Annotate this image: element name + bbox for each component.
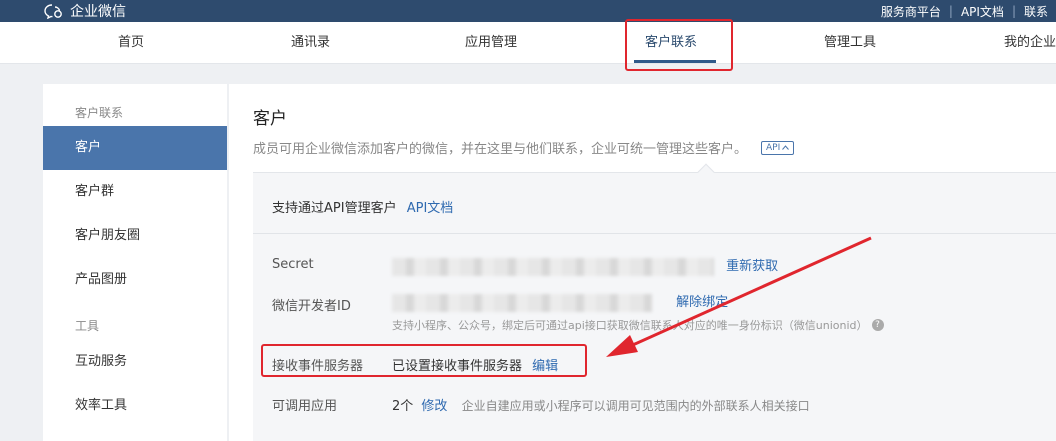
sidebar-group-customer-contact: 客户联系 (75, 106, 124, 120)
sidebar-item-product-catalog[interactable]: 产品图册 (43, 258, 227, 302)
sidebar-item-interactive-services[interactable]: 互动服务 (43, 340, 227, 384)
sidebar-item-moments[interactable]: 客户朋友圈 (43, 214, 227, 258)
sidebar-item-efficiency-tools[interactable]: 效率工具 (43, 384, 227, 428)
nav-tab-my-enterprise[interactable]: 我的企业 (1004, 22, 1056, 64)
panel-header-text: 支持通过API管理客户 (272, 201, 397, 216)
secret-label: Secret (272, 257, 314, 272)
panel-divider (253, 233, 1056, 234)
nav-tab-apps[interactable]: 应用管理 (465, 22, 517, 64)
apps-description: 企业自建应用或小程序可以调用可见范围内的外部联系人相关接口 (461, 399, 810, 413)
main-content: 客户 成员可用企业微信添加客户的微信，并在这里与他们联系，企业可统一管理这些客户… (229, 84, 1056, 441)
top-bar: 企业微信 服务商平台 | API文档 | 联系 (0, 0, 1056, 22)
page-description: 成员可用企业微信添加客户的微信，并在这里与他们联系，企业可统一管理这些客户。 A… (253, 138, 795, 157)
logo[interactable]: 企业微信 (44, 0, 126, 22)
nav-tab-contacts[interactable]: 通讯录 (291, 22, 330, 64)
secret-redacted (392, 257, 714, 276)
nav-tab-home[interactable]: 首页 (118, 22, 144, 64)
top-links: 服务商平台 | API文档 | 联系 (873, 0, 1056, 22)
api-docs-link[interactable]: API文档 (407, 201, 454, 216)
main-nav: 首页 通讯录 应用管理 客户联系 管理工具 我的企业 (0, 22, 1056, 64)
top-link-contact[interactable]: 联系 (1016, 3, 1056, 20)
secret-value: 重新获取 (392, 255, 778, 276)
apps-count: 2个 (392, 399, 414, 414)
api-badge-label: API (766, 142, 781, 153)
wecom-logo-icon (44, 4, 62, 19)
annotation-box-event-server (261, 344, 587, 377)
panel-pointer (697, 163, 715, 181)
api-panel: 支持通过API管理客户 API文档 Secret 重新获取 微信开发者ID 解除… (253, 163, 1056, 441)
modify-apps-link[interactable]: 修改 (421, 399, 447, 414)
apps-value: 2个 修改 企业自建应用或小程序可以调用可见范围内的外部联系人相关接口 (392, 395, 810, 414)
annotation-box-nav (625, 19, 733, 71)
apps-label: 可调用应用 (272, 399, 338, 414)
sidebar-group-tools: 工具 (75, 319, 100, 333)
sidebar-item-customer-groups[interactable]: 客户群 (43, 170, 227, 214)
panel-header: 支持通过API管理客户 API文档 (272, 197, 453, 216)
dev-id-label: 微信开发者ID (272, 299, 351, 314)
dev-id-value: 解除绑定 (392, 291, 728, 312)
page-description-text: 成员可用企业微信添加客户的微信，并在这里与他们联系，企业可统一管理这些客户。 (253, 142, 748, 157)
chevron-up-icon (782, 145, 790, 150)
api-badge[interactable]: API (761, 140, 795, 155)
sidebar: 客户联系 客户 客户群 客户朋友圈 产品图册 工具 互动服务 效率工具 (43, 84, 227, 441)
nav-tab-management-tools[interactable]: 管理工具 (824, 22, 876, 64)
sidebar-item-customers[interactable]: 客户 (43, 126, 227, 170)
top-link-api-docs[interactable]: API文档 (953, 3, 1012, 20)
unbind-link[interactable]: 解除绑定 (676, 295, 728, 310)
dev-id-hint: 支持小程序、公众号，绑定后可通过api接口获取微信联系人对应的唯一身份标识（微信… (392, 317, 884, 333)
dev-id-hint-text: 支持小程序、公众号，绑定后可通过api接口获取微信联系人对应的唯一身份标识（微信… (392, 319, 868, 332)
top-link-provider[interactable]: 服务商平台 (873, 3, 949, 20)
logo-text: 企业微信 (70, 4, 126, 20)
help-icon[interactable]: ? (871, 319, 884, 331)
refetch-secret-link[interactable]: 重新获取 (726, 259, 778, 274)
page-title: 客户 (253, 109, 287, 129)
dev-id-redacted (392, 293, 652, 312)
